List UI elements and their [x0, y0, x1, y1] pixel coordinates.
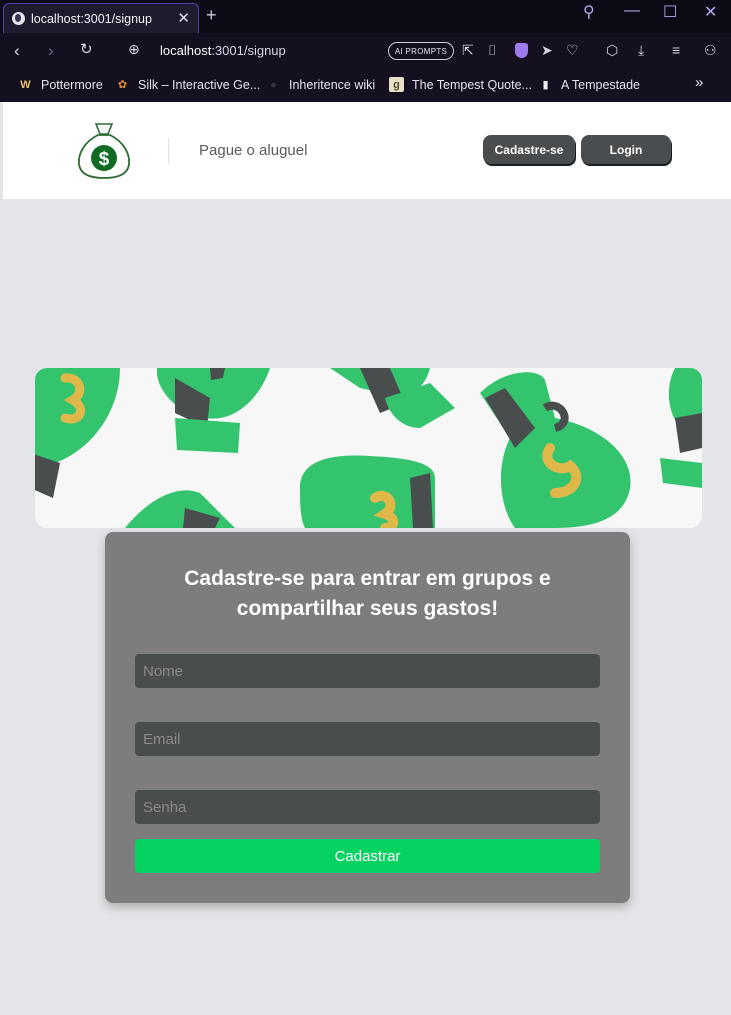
settings-sliders-icon[interactable]: ≡ [672, 43, 680, 57]
bookmark-label: Pottermore [41, 77, 103, 92]
pottermore-icon: W [20, 78, 31, 91]
share-icon[interactable]: ⇱ [462, 43, 474, 57]
tab-title: localhost:3001/signup [31, 11, 152, 26]
svg-text:$: $ [99, 149, 110, 170]
maximize-icon[interactable]: ☐ [663, 2, 677, 22]
bookmark-pottermore[interactable]: W Pottermore [18, 77, 103, 92]
email-field[interactable] [135, 722, 600, 756]
forward-icon[interactable]: › [48, 42, 54, 59]
globe-icon [12, 12, 25, 25]
tab-bar: localhost:3001/signup ✕ + ⚲ — ☐ ✕ [0, 0, 731, 33]
back-icon[interactable]: ‹ [14, 42, 20, 59]
money-bag-shape [125, 490, 235, 528]
money-bag-shape [660, 368, 702, 488]
browser-chrome: localhost:3001/signup ✕ + ⚲ — ☐ ✕ ‹ › ↻ … [0, 0, 731, 102]
tab-active[interactable]: localhost:3001/signup ✕ [3, 3, 199, 33]
name-field[interactable] [135, 654, 600, 688]
new-tab-button[interactable]: + [206, 5, 217, 26]
signup-title: Cadastre-se para entrar em grupos e comp… [184, 567, 551, 620]
bookmark-silk[interactable]: ✿ Silk – Interactive Ge... [115, 77, 260, 92]
address-bar[interactable]: localhost:3001/signup [160, 43, 286, 58]
search-icon[interactable]: ⚲ [583, 2, 595, 22]
ai-prompts-button[interactable]: AI PROMPTS [388, 42, 454, 60]
money-bag-shape [300, 455, 435, 528]
submit-button[interactable]: Cadastrar [135, 839, 600, 873]
bookmark-inheritence[interactable]: ● Inheritence wiki [266, 77, 375, 92]
login-button[interactable]: Login [581, 135, 671, 164]
document-icon: ▮ [542, 79, 549, 91]
signup-card: Cadastre-se para entrar em grupos e comp… [105, 532, 630, 903]
site-info-icon[interactable]: ⊕ [128, 42, 140, 56]
cube-icon[interactable]: ⬡ [606, 43, 618, 57]
signup-button[interactable]: Cadastre-se [483, 135, 575, 164]
more-bookmarks-icon[interactable]: » [695, 74, 703, 91]
profile-icon[interactable]: ⚇ [704, 43, 717, 57]
heart-icon[interactable]: ♡ [566, 43, 579, 57]
bookmark-label: Inheritence wiki [289, 77, 376, 92]
bookmark-label: A Tempestade [561, 77, 640, 92]
bookmark-tempest[interactable]: g The Tempest Quote... [389, 77, 532, 92]
minimize-icon[interactable]: — [624, 2, 640, 20]
bookmarks-bar: W Pottermore ✿ Silk – Interactive Ge... … [0, 69, 731, 100]
shield-icon[interactable] [515, 43, 528, 58]
close-tab-icon[interactable]: ✕ [177, 11, 190, 26]
brand-text[interactable]: Pague o aluguel [199, 142, 307, 159]
site-header: $ Pague o aluguel Cadastre-se Login [3, 102, 731, 199]
money-bag-icon[interactable]: $ [76, 120, 132, 180]
bookmark-a-tempestade[interactable]: ▮ A Tempestade [538, 77, 640, 92]
camera-icon[interactable]: ⌷ [488, 43, 496, 57]
money-bags-illustration [35, 368, 702, 528]
money-bag-shape [156, 368, 270, 453]
header-divider [168, 138, 169, 164]
page: $ Pague o aluguel Cadastre-se Login Cada… [3, 102, 731, 1015]
close-window-icon[interactable]: ✕ [704, 2, 717, 22]
goodreads-icon: g [389, 77, 404, 92]
password-field[interactable] [135, 790, 600, 824]
money-bags-banner [35, 368, 702, 528]
bookmark-label: Silk – Interactive Ge... [138, 77, 261, 92]
silk-icon: ✿ [117, 79, 128, 91]
money-bag-shape [330, 368, 455, 428]
send-icon[interactable]: ➤ [541, 43, 553, 57]
bookmark-label: The Tempest Quote... [412, 77, 532, 92]
money-bag-shape [480, 372, 631, 528]
url-path: :3001/signup [211, 43, 286, 58]
inheritence-icon: ● [270, 78, 277, 91]
download-icon[interactable]: ⤓ [638, 43, 644, 57]
reload-icon[interactable]: ↻ [80, 42, 93, 57]
url-host: localhost [160, 43, 212, 58]
money-bag-shape [35, 368, 120, 498]
address-toolbar: ‹ › ↻ ⊕ localhost:3001/signup AI PROMPTS… [0, 33, 731, 69]
